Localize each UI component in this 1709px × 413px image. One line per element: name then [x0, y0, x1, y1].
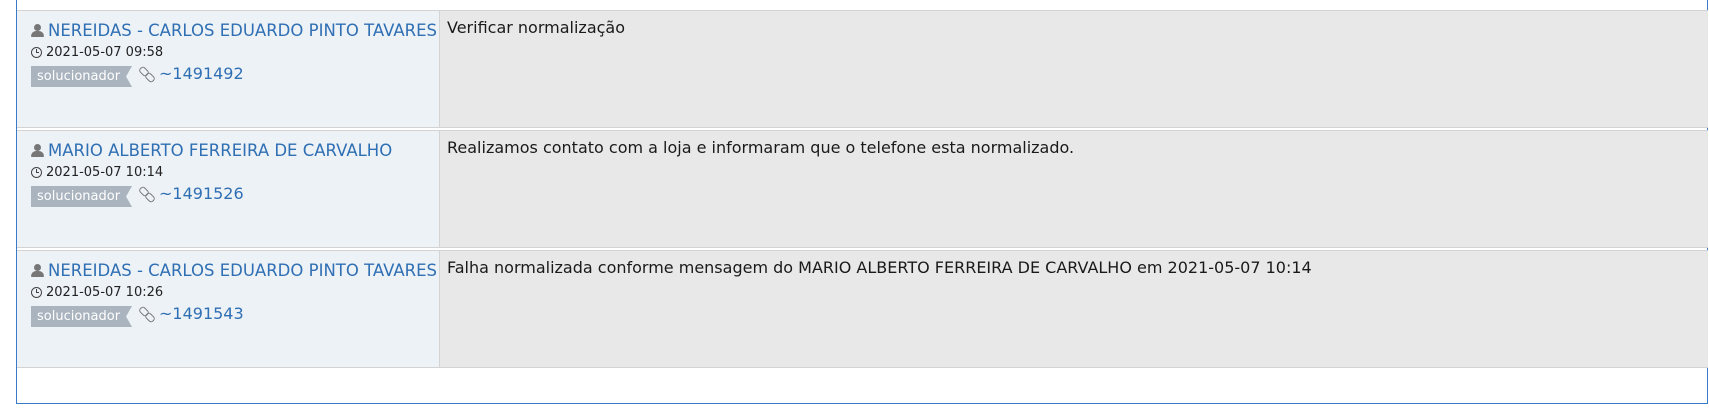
comment-meta: NEREIDAS - CARLOS EDUARDO PINTO TAVARES … [17, 251, 440, 367]
role-badge: solucionador [31, 186, 132, 207]
comment-ref-text[interactable]: ~1491543 [159, 304, 244, 323]
timestamp: 2021-05-07 10:26 [31, 285, 163, 300]
author-link[interactable]: NEREIDAS - CARLOS EDUARDO PINTO TAVARES [31, 21, 437, 40]
comment-item: NEREIDAS - CARLOS EDUARDO PINTO TAVARES … [17, 10, 1708, 128]
author-name[interactable]: NEREIDAS - CARLOS EDUARDO PINTO TAVARES [48, 21, 437, 40]
comment-meta: NEREIDAS - CARLOS EDUARDO PINTO TAVARES … [17, 11, 440, 127]
comment-list: NEREIDAS - CARLOS EDUARDO PINTO TAVARES … [16, 0, 1708, 404]
role-badge: solucionador [31, 66, 132, 87]
author-link[interactable]: MARIO ALBERTO FERREIRA DE CARVALHO [31, 141, 392, 160]
timestamp: 2021-05-07 10:14 [31, 165, 163, 180]
user-icon [31, 264, 44, 277]
comment-ref-text[interactable]: ~1491526 [159, 184, 244, 203]
author-link[interactable]: NEREIDAS - CARLOS EDUARDO PINTO TAVARES [31, 261, 437, 280]
timestamp-text: 2021-05-07 10:26 [46, 285, 164, 300]
comment-body: Falha normalizada conforme mensagem do M… [440, 251, 1708, 367]
link-icon [137, 184, 157, 204]
comment-message: Realizamos contato com a loja e informar… [447, 138, 1075, 157]
comment-item: MARIO ALBERTO FERREIRA DE CARVALHO 2021-… [17, 130, 1708, 248]
comment-ref-link[interactable]: ~1491543 [137, 304, 244, 324]
comment-meta: MARIO ALBERTO FERREIRA DE CARVALHO 2021-… [17, 131, 440, 247]
timestamp-text: 2021-05-07 10:14 [46, 165, 164, 180]
author-name[interactable]: NEREIDAS - CARLOS EDUARDO PINTO TAVARES [48, 261, 437, 280]
comment-ref-link[interactable]: ~1491492 [137, 64, 244, 84]
timestamp: 2021-05-07 09:58 [31, 45, 163, 60]
clock-icon [31, 287, 42, 298]
timestamp-text: 2021-05-07 09:58 [46, 45, 164, 60]
comment-body: Realizamos contato com a loja e informar… [440, 131, 1708, 247]
clock-icon [31, 47, 42, 58]
user-icon [31, 144, 44, 157]
comment-body: Verificar normalização [440, 11, 1708, 127]
comment-message: Falha normalizada conforme mensagem do M… [447, 258, 1312, 277]
comment-ref-text[interactable]: ~1491492 [159, 64, 244, 83]
author-name[interactable]: MARIO ALBERTO FERREIRA DE CARVALHO [48, 141, 392, 160]
link-icon [137, 304, 157, 324]
clock-icon [31, 167, 42, 178]
link-icon [137, 64, 157, 84]
comment-message: Verificar normalização [447, 18, 626, 37]
comment-ref-link[interactable]: ~1491526 [137, 184, 244, 204]
comment-item: NEREIDAS - CARLOS EDUARDO PINTO TAVARES … [17, 250, 1708, 368]
role-badge: solucionador [31, 306, 132, 327]
user-icon [31, 24, 44, 37]
